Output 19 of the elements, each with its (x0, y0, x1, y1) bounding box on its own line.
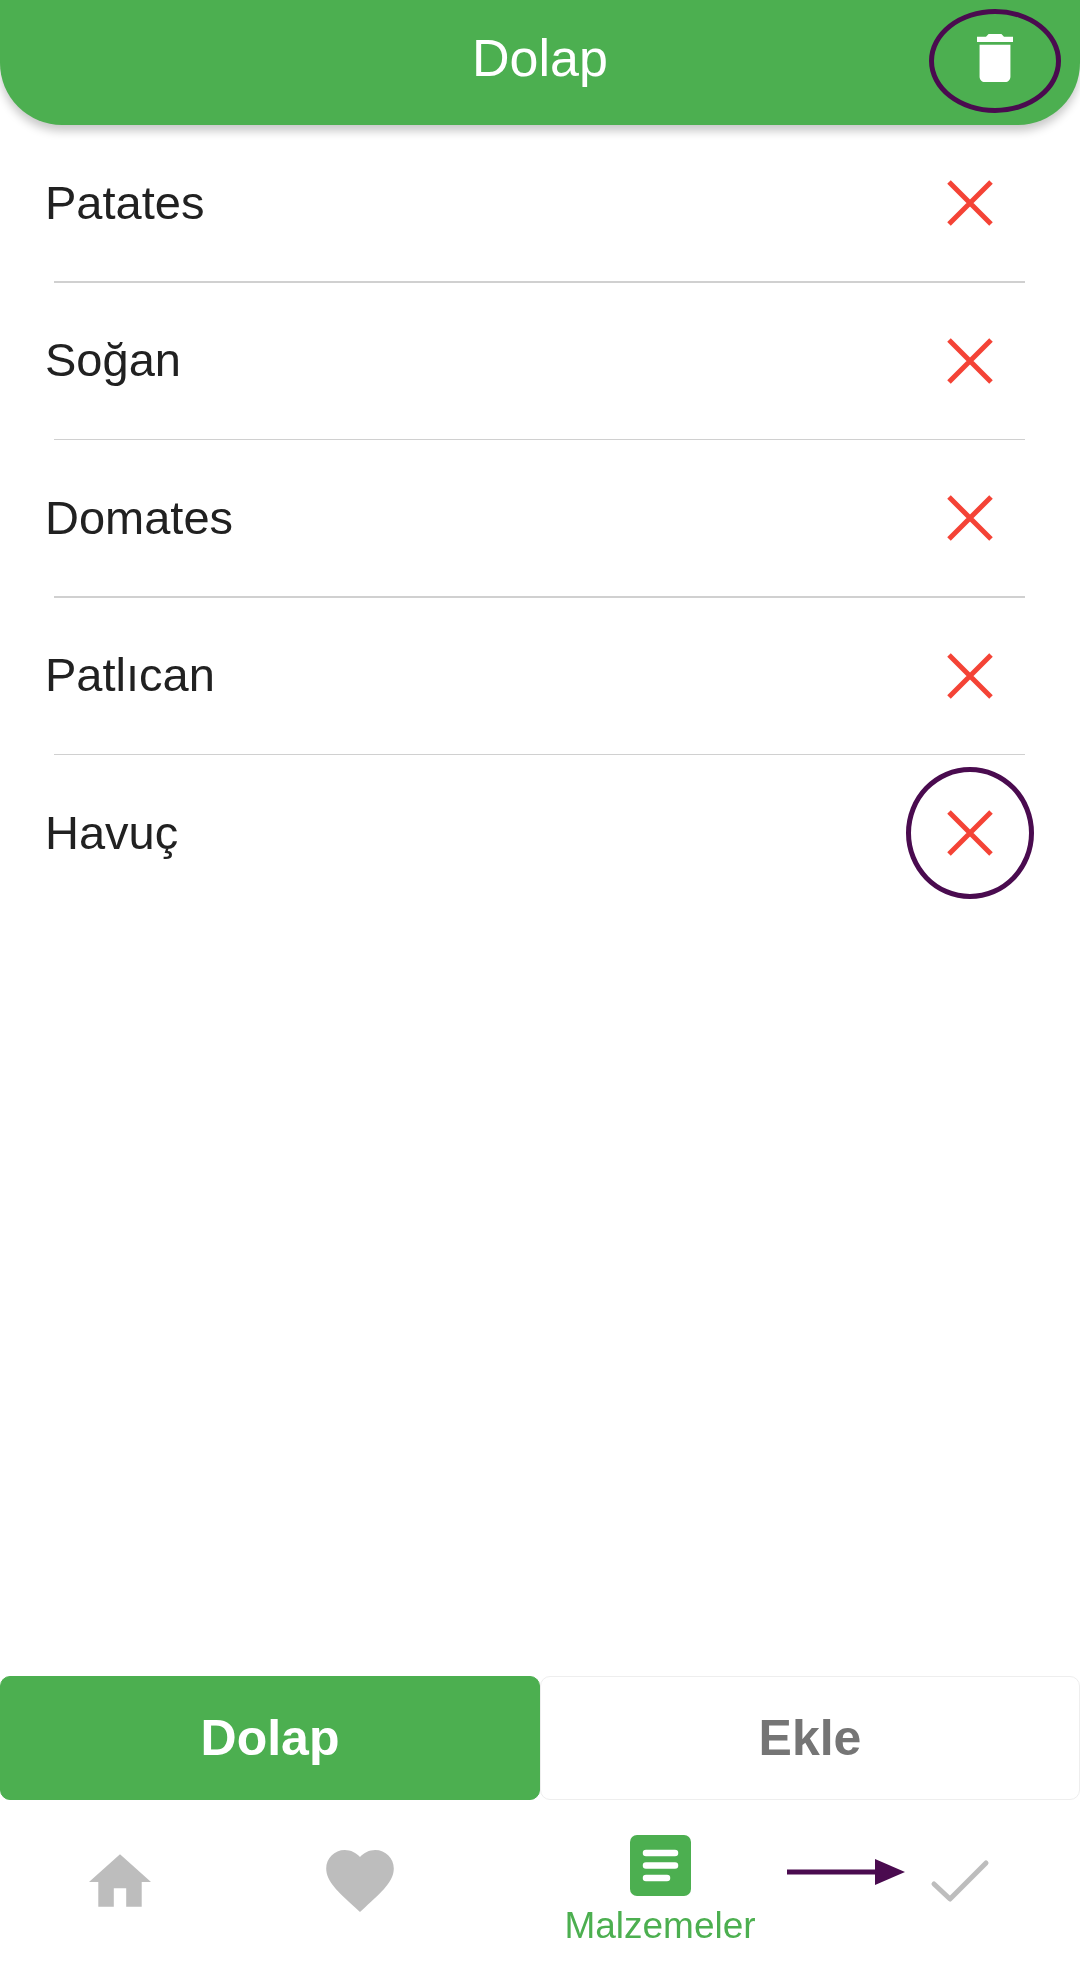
item-name: Domates (45, 489, 234, 546)
header-title: Dolap (472, 29, 608, 88)
cross-icon (946, 809, 994, 857)
item-name: Havuç (45, 804, 179, 861)
list-icon (629, 1834, 691, 1896)
cross-icon (946, 651, 994, 700)
checkmark-icon (930, 1858, 990, 1903)
cross-icon (946, 179, 994, 227)
heart-icon (326, 1849, 394, 1912)
item-name: Patlıcan (45, 647, 215, 704)
cross-icon (946, 494, 994, 542)
trash-icon (977, 34, 1013, 82)
tab[interactable]: Dolap (0, 1676, 540, 1800)
home-icon (89, 1854, 151, 1907)
nav-button[interactable]: Malzemeler (564, 1834, 756, 1947)
item-name: Soğan (45, 332, 181, 389)
item-name: Patates (45, 174, 205, 231)
cross-icon (946, 336, 994, 385)
tab[interactable]: Ekle (540, 1676, 1080, 1800)
